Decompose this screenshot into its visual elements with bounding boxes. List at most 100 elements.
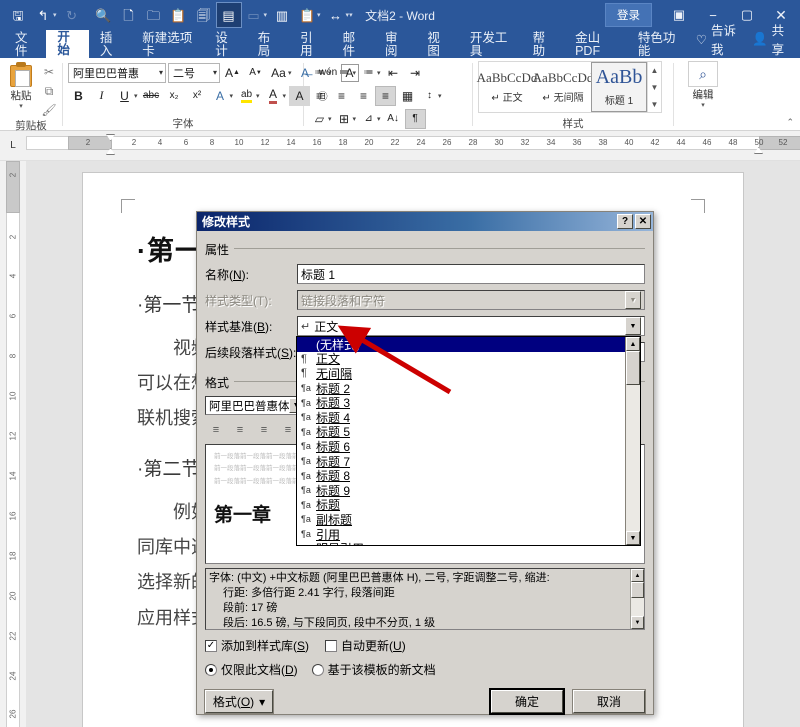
styles-more-icon[interactable]: ▼ <box>648 96 661 112</box>
dropdown-item[interactable]: ¶a 标题 6 <box>297 439 625 454</box>
clipboard-dropdown-icon[interactable]: ▾ <box>317 11 321 19</box>
chinese-layout-icon[interactable]: ⊿ <box>358 109 379 129</box>
tab-features[interactable]: 特色功能 <box>627 32 690 58</box>
tab-view[interactable]: 视图 <box>416 32 458 58</box>
tab-layout[interactable]: 布局 <box>247 32 289 58</box>
bold-icon[interactable]: B <box>68 86 89 106</box>
dropdown-scroll-thumb[interactable] <box>626 351 640 385</box>
tab-references[interactable]: 引用 <box>289 32 331 58</box>
line-spacing-chevron-down-icon[interactable]: ▾ <box>438 92 442 100</box>
dropdown-scroll-up-icon[interactable]: ▲ <box>626 337 640 351</box>
strikethrough-icon[interactable]: abc <box>141 86 162 106</box>
description-scroll-trough[interactable] <box>631 582 644 616</box>
format-button[interactable]: 格式(O) ▾ <box>204 689 274 714</box>
editing-dropdown-icon[interactable]: ▾ <box>701 102 705 109</box>
paste-special-icon[interactable]: 📋 <box>167 3 191 27</box>
font-color-icon[interactable]: A <box>263 86 284 106</box>
style-based-chevron-down-icon[interactable]: ▼ <box>625 317 641 335</box>
new-doc-icon[interactable]: 🗋 <box>117 3 141 27</box>
table-icon[interactable]: ▭ <box>242 3 266 27</box>
editing-button[interactable]: ⌕ 编辑 ▾ <box>679 61 727 109</box>
description-scrollbar[interactable]: ▲ ▼ <box>630 569 644 629</box>
text-highlight-icon[interactable]: ab <box>236 86 257 106</box>
bullets-icon[interactable]: ≔ <box>309 63 330 83</box>
dropdown-item[interactable]: (无样式) <box>297 337 625 352</box>
dropdown-item[interactable]: ¶a 标题 7 <box>297 454 625 469</box>
sign-in-button[interactable]: 登录 <box>605 3 652 27</box>
tab-developer[interactable]: 开发工具 <box>459 32 522 58</box>
redo-icon[interactable]: ↻ <box>60 3 84 27</box>
borders-icon[interactable]: ⊞ <box>334 109 355 129</box>
style-item-normal[interactable]: AaBbCcDd ↵ 正文 <box>477 62 538 112</box>
tab-insert[interactable]: 插入 <box>89 32 131 58</box>
justify-icon[interactable]: ≡ <box>375 85 396 106</box>
line-spacing-icon[interactable]: ↕ <box>419 86 440 106</box>
dropdown-item[interactable]: ¶a 标题 9 <box>297 483 625 498</box>
share-button[interactable]: 👤 共享 <box>746 20 792 58</box>
paste-button[interactable]: 粘贴 ▾ <box>3 61 39 110</box>
align-right-icon[interactable]: ≡ <box>353 86 374 106</box>
format-painter-icon[interactable]: 🖌 <box>39 101 59 119</box>
font-name-chevron-down-icon[interactable]: ▾ <box>156 68 163 77</box>
styles-scroll-down-icon[interactable]: ▼ <box>648 79 661 95</box>
borders-chevron-down-icon[interactable]: ▾ <box>353 115 357 123</box>
font-color-chevron-down-icon[interactable]: ▾ <box>283 92 287 100</box>
dropdown-item[interactable]: ¶a 明显引用 <box>297 541 625 545</box>
numbering-chevron-down-icon[interactable]: ▾ <box>353 69 357 77</box>
cancel-button[interactable]: 取消 <box>572 689 646 714</box>
save-as-pdf-icon[interactable]: 🗐 <box>192 3 216 27</box>
shading-chevron-down-icon[interactable]: ▾ <box>328 115 332 123</box>
dialog-align-right-icon[interactable]: ≡ <box>253 420 275 439</box>
dropdown-item[interactable]: ¶a 引用 <box>297 527 625 542</box>
superscript-icon[interactable]: x² <box>187 86 208 106</box>
sort-icon[interactable]: A↓ <box>383 109 404 129</box>
italic-icon[interactable]: I <box>91 86 112 106</box>
style-name-input[interactable]: 标题 1 <box>297 264 645 284</box>
dropdown-item[interactable]: ¶a 标题 5 <box>297 425 625 439</box>
auto-update-checkbox[interactable]: 自动更新(U) <box>325 637 406 654</box>
new-documents-template-radio[interactable]: 基于该模板的新文档 <box>311 661 436 678</box>
font-name-combo[interactable]: 阿里巴巴普惠 ▾ <box>68 62 166 83</box>
modify-style-dialog[interactable]: 修改样式 ? ✕ 属性 名称(N): 标题 1 样式类型(T): 链接段落和字符… <box>196 211 654 715</box>
tab-kingsoft-pdf[interactable]: 金山PDF <box>564 32 627 58</box>
tab-new-tab[interactable]: 新建选项卡 <box>131 32 204 58</box>
add-to-gallery-checkbox[interactable]: ✓ 添加到样式库(S) <box>205 637 309 654</box>
bullets-chevron-down-icon[interactable]: ▾ <box>328 69 332 77</box>
dropdown-scroll-trough[interactable] <box>626 351 640 531</box>
two-page-icon[interactable]: ▥ <box>270 3 294 27</box>
dropdown-scrollbar[interactable]: ▲ ▼ <box>625 337 640 545</box>
style-based-dropdown-list[interactable]: (无样式) ¶ 正文 ¶ 无间隔 ¶a 标题 2 ¶a 标题 3 ¶a 标题 4… <box>296 336 641 546</box>
reading-layout-icon[interactable]: ▤ <box>215 2 242 28</box>
dialog-align-center-icon[interactable]: ≡ <box>229 420 251 439</box>
show-formatting-marks-icon[interactable]: ¶ <box>404 108 426 129</box>
horizontal-ruler[interactable]: 2 2 4 6 8 10 12 14 16 18 20 22 24 26 28 … <box>26 131 800 161</box>
save-icon[interactable]: 🖫 <box>6 3 30 27</box>
align-left-icon[interactable]: ≡ <box>309 86 330 106</box>
tab-file[interactable]: 文件 <box>4 32 46 58</box>
vertical-ruler[interactable]: 2 2 4 6 8 10 12 14 16 18 20 22 24 26 <box>0 161 26 727</box>
description-scroll-down-icon[interactable]: ▼ <box>631 616 644 629</box>
tab-design[interactable]: 设计 <box>204 32 246 58</box>
dropdown-item[interactable]: ¶a 标题 <box>297 498 625 512</box>
ruler-icon[interactable]: ↔ <box>324 3 348 27</box>
dialog-help-icon[interactable]: ? <box>617 214 633 229</box>
description-scroll-thumb[interactable] <box>631 582 644 598</box>
only-this-document-radio[interactable]: 仅限此文档(D) <box>205 661 298 678</box>
description-scroll-up-icon[interactable]: ▲ <box>631 569 644 582</box>
tab-mailings[interactable]: 邮件 <box>332 32 374 58</box>
increase-indent-icon[interactable]: ⇥ <box>405 63 426 83</box>
dropdown-item[interactable]: ¶a 标题 3 <box>297 395 625 410</box>
grow-font-icon[interactable]: A ▲ <box>222 63 243 83</box>
multilevel-chevron-down-icon[interactable]: ▾ <box>377 69 381 77</box>
cut-icon[interactable]: ✂ <box>39 63 59 81</box>
underline-chevron-down-icon[interactable]: ▾ <box>134 92 138 100</box>
tab-review[interactable]: 审阅 <box>374 32 416 58</box>
undo-icon[interactable]: ↰ <box>31 3 55 27</box>
dropdown-item[interactable]: ¶a 副标题 <box>297 512 625 527</box>
clipboard-icon[interactable]: 📋 <box>295 3 319 27</box>
ok-button[interactable]: 确定 <box>489 688 565 715</box>
decrease-indent-icon[interactable]: ⇤ <box>383 63 404 83</box>
align-center-icon[interactable]: ≡ <box>331 86 352 106</box>
tab-help[interactable]: 帮助 <box>522 32 564 58</box>
print-preview-icon[interactable]: 🔍 <box>92 3 116 27</box>
